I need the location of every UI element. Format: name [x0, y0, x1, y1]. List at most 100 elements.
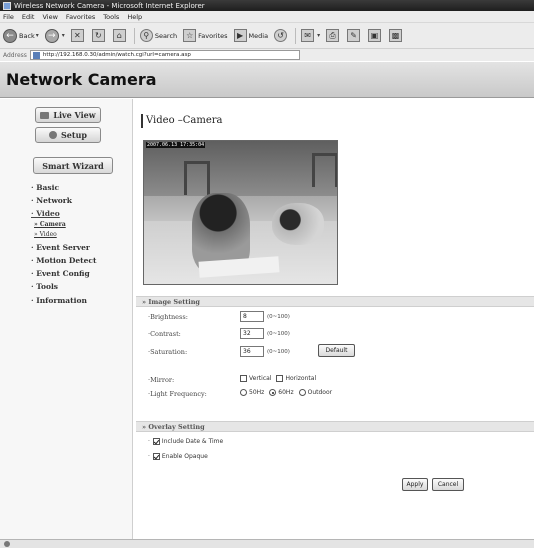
smart-wizard-button[interactable]: Smart Wizard [33, 157, 113, 174]
media-button[interactable]: ▶ Media [233, 29, 268, 42]
address-input[interactable]: http://192.168.0.30/admin/watch.cgi?url=… [29, 50, 300, 60]
browser-toolbar: ← Back ▾ → ▾ ✕ ↻ ⌂ ⚲ Search ☆ Favorites … [0, 22, 534, 48]
star-icon: ☆ [183, 29, 197, 42]
mirror-horizontal-checkbox[interactable] [276, 375, 284, 382]
menu-view[interactable]: View [42, 13, 57, 21]
contrast-range: (0~100) [267, 331, 290, 337]
page-icon [32, 51, 40, 59]
home-button[interactable]: ⌂ [112, 29, 128, 42]
menu-edit[interactable]: Edit [22, 13, 35, 21]
history-icon: ↺ [274, 29, 288, 42]
cancel-button[interactable]: Cancel [432, 478, 464, 491]
history-button[interactable]: ↺ [274, 29, 289, 42]
bullet: · [148, 438, 150, 445]
sidebar-item-basic[interactable]: · Basic [31, 183, 59, 192]
preview-chair [184, 161, 210, 195]
address-bar: Address http://192.168.0.30/admin/watch.… [0, 48, 534, 61]
discuss-button[interactable]: ▣ [368, 29, 383, 42]
page-header: Network Camera [0, 62, 534, 98]
light-frequency-options: 50Hz 60Hz Outdoor [240, 389, 337, 396]
menu-tools[interactable]: Tools [103, 13, 119, 21]
sidebar-item-event-config[interactable]: · Event Config [31, 269, 90, 278]
mail-button[interactable]: ✉ ▾ [301, 29, 320, 42]
print-icon: ⎙ [326, 29, 340, 42]
enable-opaque-checkbox[interactable] [152, 453, 160, 460]
edit-icon: ✎ [347, 29, 361, 42]
preview-chair [312, 153, 337, 187]
edit-button[interactable]: ✎ [347, 29, 362, 42]
status-bar [0, 539, 534, 548]
messenger-button[interactable]: ▩ [389, 29, 404, 42]
mirror-options: Vertical Horizontal [240, 375, 321, 382]
saturation-input[interactable]: 36 [240, 346, 264, 357]
mail-icon: ✉ [301, 29, 315, 42]
favorites-button[interactable]: ☆ Favorites [183, 29, 228, 42]
mirror-vertical-option[interactable]: Vertical [240, 375, 271, 382]
sidebar-item-motion-detect[interactable]: · Motion Detect [31, 256, 96, 265]
mirror-label: ·Mirror: [148, 376, 175, 384]
light-60hz-option[interactable]: 60Hz [269, 389, 294, 396]
forward-button[interactable]: → ▾ [44, 28, 65, 43]
apply-button[interactable]: Apply [402, 478, 428, 491]
mirror-horizontal-option[interactable]: Horizontal [276, 375, 316, 382]
setup-icon [49, 131, 57, 139]
live-view-button[interactable]: Live View [35, 107, 101, 123]
search-icon: ⚲ [139, 29, 153, 42]
window-title: Wireless Network Camera - Microsoft Inte… [14, 1, 205, 10]
default-button[interactable]: Default [318, 344, 355, 357]
forward-arrow-icon: → [44, 28, 59, 43]
include-date-time-checkbox[interactable] [152, 438, 160, 445]
include-date-time-label: Include Date & Time [161, 438, 224, 445]
chevron-down-icon: ▾ [35, 32, 39, 39]
brand-title: Network Camera [6, 70, 157, 89]
light-50hz-label: 50Hz [249, 389, 265, 396]
mirror-horizontal-label: Horizontal [285, 375, 317, 382]
light-60hz-radio[interactable] [269, 389, 277, 396]
chevron-down-icon: ▾ [317, 32, 321, 39]
contrast-input[interactable]: 32 [240, 328, 264, 339]
light-frequency-label: ·Light Frequency: [148, 390, 207, 398]
bullet: · [148, 453, 150, 460]
favorites-label: Favorites [198, 31, 228, 40]
sidebar-item-network[interactable]: · Network [31, 196, 72, 205]
setup-label: Setup [61, 130, 87, 140]
menu-file[interactable]: File [3, 13, 14, 21]
toolbar-divider [295, 27, 297, 44]
sidebar-item-video[interactable]: · Video [31, 209, 60, 218]
light-outdoor-option[interactable]: Outdoor [298, 389, 333, 396]
search-label: Search [154, 31, 178, 40]
preview-background [144, 141, 337, 196]
print-button[interactable]: ⎙ [326, 29, 341, 42]
sidebar-subitem-video[interactable]: » Video [34, 231, 57, 238]
back-arrow-icon: ← [3, 28, 17, 43]
light-50hz-option[interactable]: 50Hz [240, 389, 264, 396]
menu-favorites[interactable]: Favorites [66, 13, 95, 21]
discuss-icon: ▣ [368, 29, 382, 42]
mirror-vertical-checkbox[interactable] [240, 375, 247, 382]
back-button[interactable]: ← Back ▾ [3, 28, 39, 43]
sidebar-item-tools[interactable]: · Tools [31, 282, 58, 291]
menu-bar: File Edit View Favorites Tools Help [0, 11, 534, 22]
brightness-input[interactable]: 8 [240, 311, 264, 322]
media-icon: ▶ [233, 29, 247, 42]
enable-opaque-option[interactable]: · Enable Opaque [148, 453, 208, 460]
light-50hz-radio[interactable] [240, 389, 247, 396]
address-url: http://192.168.0.30/admin/watch.cgi?url=… [42, 52, 191, 58]
sidebar-subitem-camera[interactable]: » Camera [34, 221, 66, 228]
search-button[interactable]: ⚲ Search [139, 29, 178, 42]
messenger-icon: ▩ [389, 29, 403, 42]
sidebar-item-information[interactable]: · Information [31, 296, 87, 305]
setup-button[interactable]: Setup [35, 127, 101, 143]
light-outdoor-radio[interactable] [298, 389, 306, 396]
refresh-button[interactable]: ↻ [91, 29, 107, 42]
preview-child [272, 203, 324, 245]
sidebar-item-event-server[interactable]: · Event Server [31, 243, 90, 252]
include-date-time-option[interactable]: · Include Date & Time [148, 438, 223, 445]
saturation-range: (0~100) [267, 349, 290, 355]
enable-opaque-label: Enable Opaque [161, 453, 208, 460]
stop-button[interactable]: ✕ [70, 29, 86, 42]
refresh-icon: ↻ [91, 29, 105, 42]
mirror-vertical-label: Vertical [249, 375, 272, 382]
light-outdoor-label: Outdoor [307, 389, 333, 396]
menu-help[interactable]: Help [127, 13, 142, 21]
